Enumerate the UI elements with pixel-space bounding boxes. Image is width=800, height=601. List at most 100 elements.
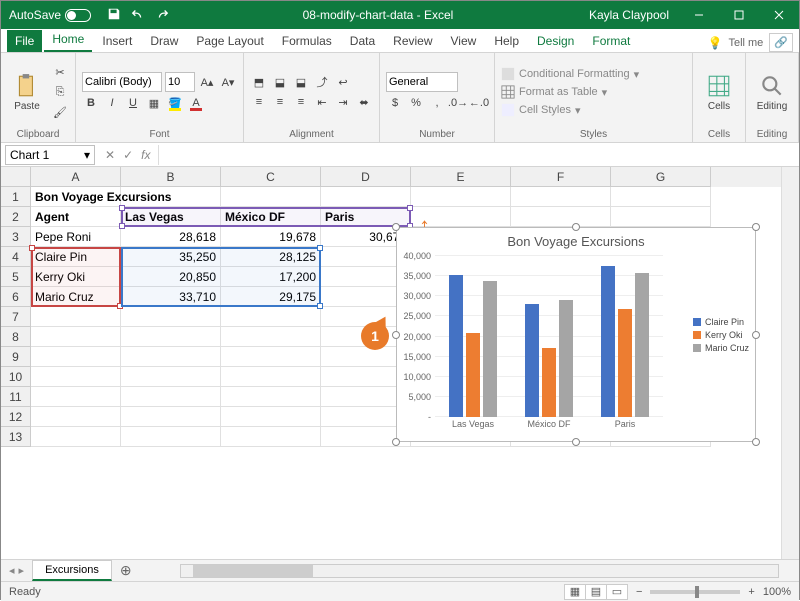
cell-B5[interactable]: 20,850 (121, 267, 221, 287)
row-header-13[interactable]: 13 (1, 427, 31, 447)
cell-A5[interactable]: Kerry Oki (31, 267, 121, 287)
tab-file[interactable]: File (7, 30, 42, 52)
cut-icon[interactable]: ✂ (51, 63, 69, 81)
chart-legend[interactable]: Claire PinKerry OkiMario Cruz (693, 314, 749, 356)
tell-me-search[interactable]: Tell me (728, 37, 763, 49)
increase-decimal-icon[interactable]: .0→ (449, 94, 467, 112)
tab-design[interactable]: Design (529, 30, 582, 52)
align-center-icon[interactable]: ≡ (271, 93, 289, 111)
fill-color-icon[interactable]: 🪣 (166, 94, 184, 112)
cell-B13[interactable] (121, 427, 221, 447)
merge-icon[interactable]: ⬌ (355, 93, 373, 111)
legend-Mario-Cruz[interactable]: Mario Cruz (693, 343, 749, 353)
font-color-icon[interactable]: A (187, 94, 205, 112)
cells-button[interactable]: Cells (699, 57, 739, 127)
bar-Mario-Cruz-Paris[interactable] (635, 273, 649, 417)
align-middle-icon[interactable]: ⬓ (271, 73, 289, 91)
cell-C5[interactable]: 17,200 (221, 267, 321, 287)
user-name[interactable]: Kayla Claypool (579, 8, 679, 22)
orientation-icon[interactable]: ⤴ (313, 73, 331, 91)
tab-draw[interactable]: Draw (142, 30, 186, 52)
tab-help[interactable]: Help (486, 30, 527, 52)
save-icon[interactable] (107, 7, 121, 24)
bar-Mario-Cruz-México-DF[interactable] (559, 300, 573, 417)
tab-review[interactable]: Review (385, 30, 440, 52)
worksheet-grid[interactable]: ABCDEFG 12345678910111213 Bon Voyage Exc… (1, 167, 799, 559)
col-header-B[interactable]: B (121, 167, 221, 187)
cell-A13[interactable] (31, 427, 121, 447)
bold-button[interactable]: B (82, 94, 100, 112)
col-header-C[interactable]: C (221, 167, 321, 187)
row-header-4[interactable]: 4 (1, 247, 31, 267)
wrap-text-icon[interactable]: ↩ (334, 73, 352, 91)
row-header-11[interactable]: 11 (1, 387, 31, 407)
row-header-12[interactable]: 12 (1, 407, 31, 427)
cell-C10[interactable] (221, 367, 321, 387)
select-all-corner[interactable] (1, 167, 31, 187)
name-box[interactable]: Chart 1▾ (5, 145, 95, 165)
conditional-formatting-button[interactable]: Conditional Formatting ▾ (501, 65, 686, 83)
cell-C7[interactable] (221, 307, 321, 327)
col-header-F[interactable]: F (511, 167, 611, 187)
bar-Kerry-Oki-Paris[interactable] (618, 309, 632, 417)
underline-button[interactable]: U (124, 94, 142, 112)
cell-styles-button[interactable]: Cell Styles ▾ (501, 101, 686, 119)
cell-C4[interactable]: 28,125 (221, 247, 321, 267)
column-headers[interactable]: ABCDEFG (31, 167, 781, 187)
cell-B4[interactable]: 35,250 (121, 247, 221, 267)
row-header-2[interactable]: 2 (1, 207, 31, 227)
cell-B6[interactable]: 33,710 (121, 287, 221, 307)
bar-Mario-Cruz-Las-Vegas[interactable] (483, 281, 497, 417)
cell-F2[interactable] (511, 207, 611, 227)
cell-A9[interactable] (31, 347, 121, 367)
cell-B1[interactable] (121, 187, 221, 207)
cell-A3[interactable]: Pepe Roni (31, 227, 121, 247)
increase-font-icon[interactable]: A▴ (198, 73, 216, 91)
decrease-decimal-icon[interactable]: ←.0 (470, 94, 488, 112)
format-as-table-button[interactable]: Format as Table ▾ (501, 83, 686, 101)
cell-C9[interactable] (221, 347, 321, 367)
cell-B7[interactable] (121, 307, 221, 327)
row-header-3[interactable]: 3 (1, 227, 31, 247)
minimize-button[interactable] (679, 1, 719, 29)
col-header-E[interactable]: E (411, 167, 511, 187)
view-normal-icon[interactable]: ▦ (564, 584, 586, 600)
fx-icon[interactable]: fx (141, 148, 150, 162)
legend-Claire-Pin[interactable]: Claire Pin (693, 317, 749, 327)
cell-B9[interactable] (121, 347, 221, 367)
cell-C8[interactable] (221, 327, 321, 347)
col-header-A[interactable]: A (31, 167, 121, 187)
row-header-1[interactable]: 1 (1, 187, 31, 207)
bar-Claire-Pin-Las-Vegas[interactable] (449, 275, 463, 417)
sheet-tab-excursions[interactable]: Excursions (32, 560, 112, 581)
row-header-7[interactable]: 7 (1, 307, 31, 327)
currency-icon[interactable]: $ (386, 94, 404, 112)
cell-C2[interactable]: México DF (221, 207, 321, 227)
zoom-out-button[interactable]: − (636, 586, 642, 598)
tab-view[interactable]: View (443, 30, 485, 52)
col-header-G[interactable]: G (611, 167, 711, 187)
formula-input[interactable] (158, 145, 793, 165)
cell-C1[interactable] (221, 187, 321, 207)
align-top-icon[interactable]: ⬒ (250, 73, 268, 91)
row-headers[interactable]: 12345678910111213 (1, 187, 31, 447)
cell-C12[interactable] (221, 407, 321, 427)
row-header-10[interactable]: 10 (1, 367, 31, 387)
cell-G1[interactable] (611, 187, 711, 207)
cell-B2[interactable]: Las Vegas (121, 207, 221, 227)
row-header-6[interactable]: 6 (1, 287, 31, 307)
zoom-in-button[interactable]: + (748, 586, 754, 598)
sheet-nav-last-icon[interactable]: ▸ (19, 564, 25, 577)
horizontal-scrollbar[interactable] (180, 564, 779, 578)
copy-icon[interactable]: ⎘ (51, 83, 69, 101)
cell-B8[interactable] (121, 327, 221, 347)
tab-data[interactable]: Data (342, 30, 383, 52)
enter-formula-icon[interactable]: ✓ (123, 148, 133, 162)
cell-A2[interactable]: Agent (31, 207, 121, 227)
cell-G2[interactable] (611, 207, 711, 227)
bar-Kerry-Oki-Las-Vegas[interactable] (466, 333, 480, 417)
row-header-9[interactable]: 9 (1, 347, 31, 367)
border-icon[interactable]: ▦ (145, 94, 163, 112)
view-page-layout-icon[interactable]: ▤ (585, 584, 607, 600)
cell-C11[interactable] (221, 387, 321, 407)
